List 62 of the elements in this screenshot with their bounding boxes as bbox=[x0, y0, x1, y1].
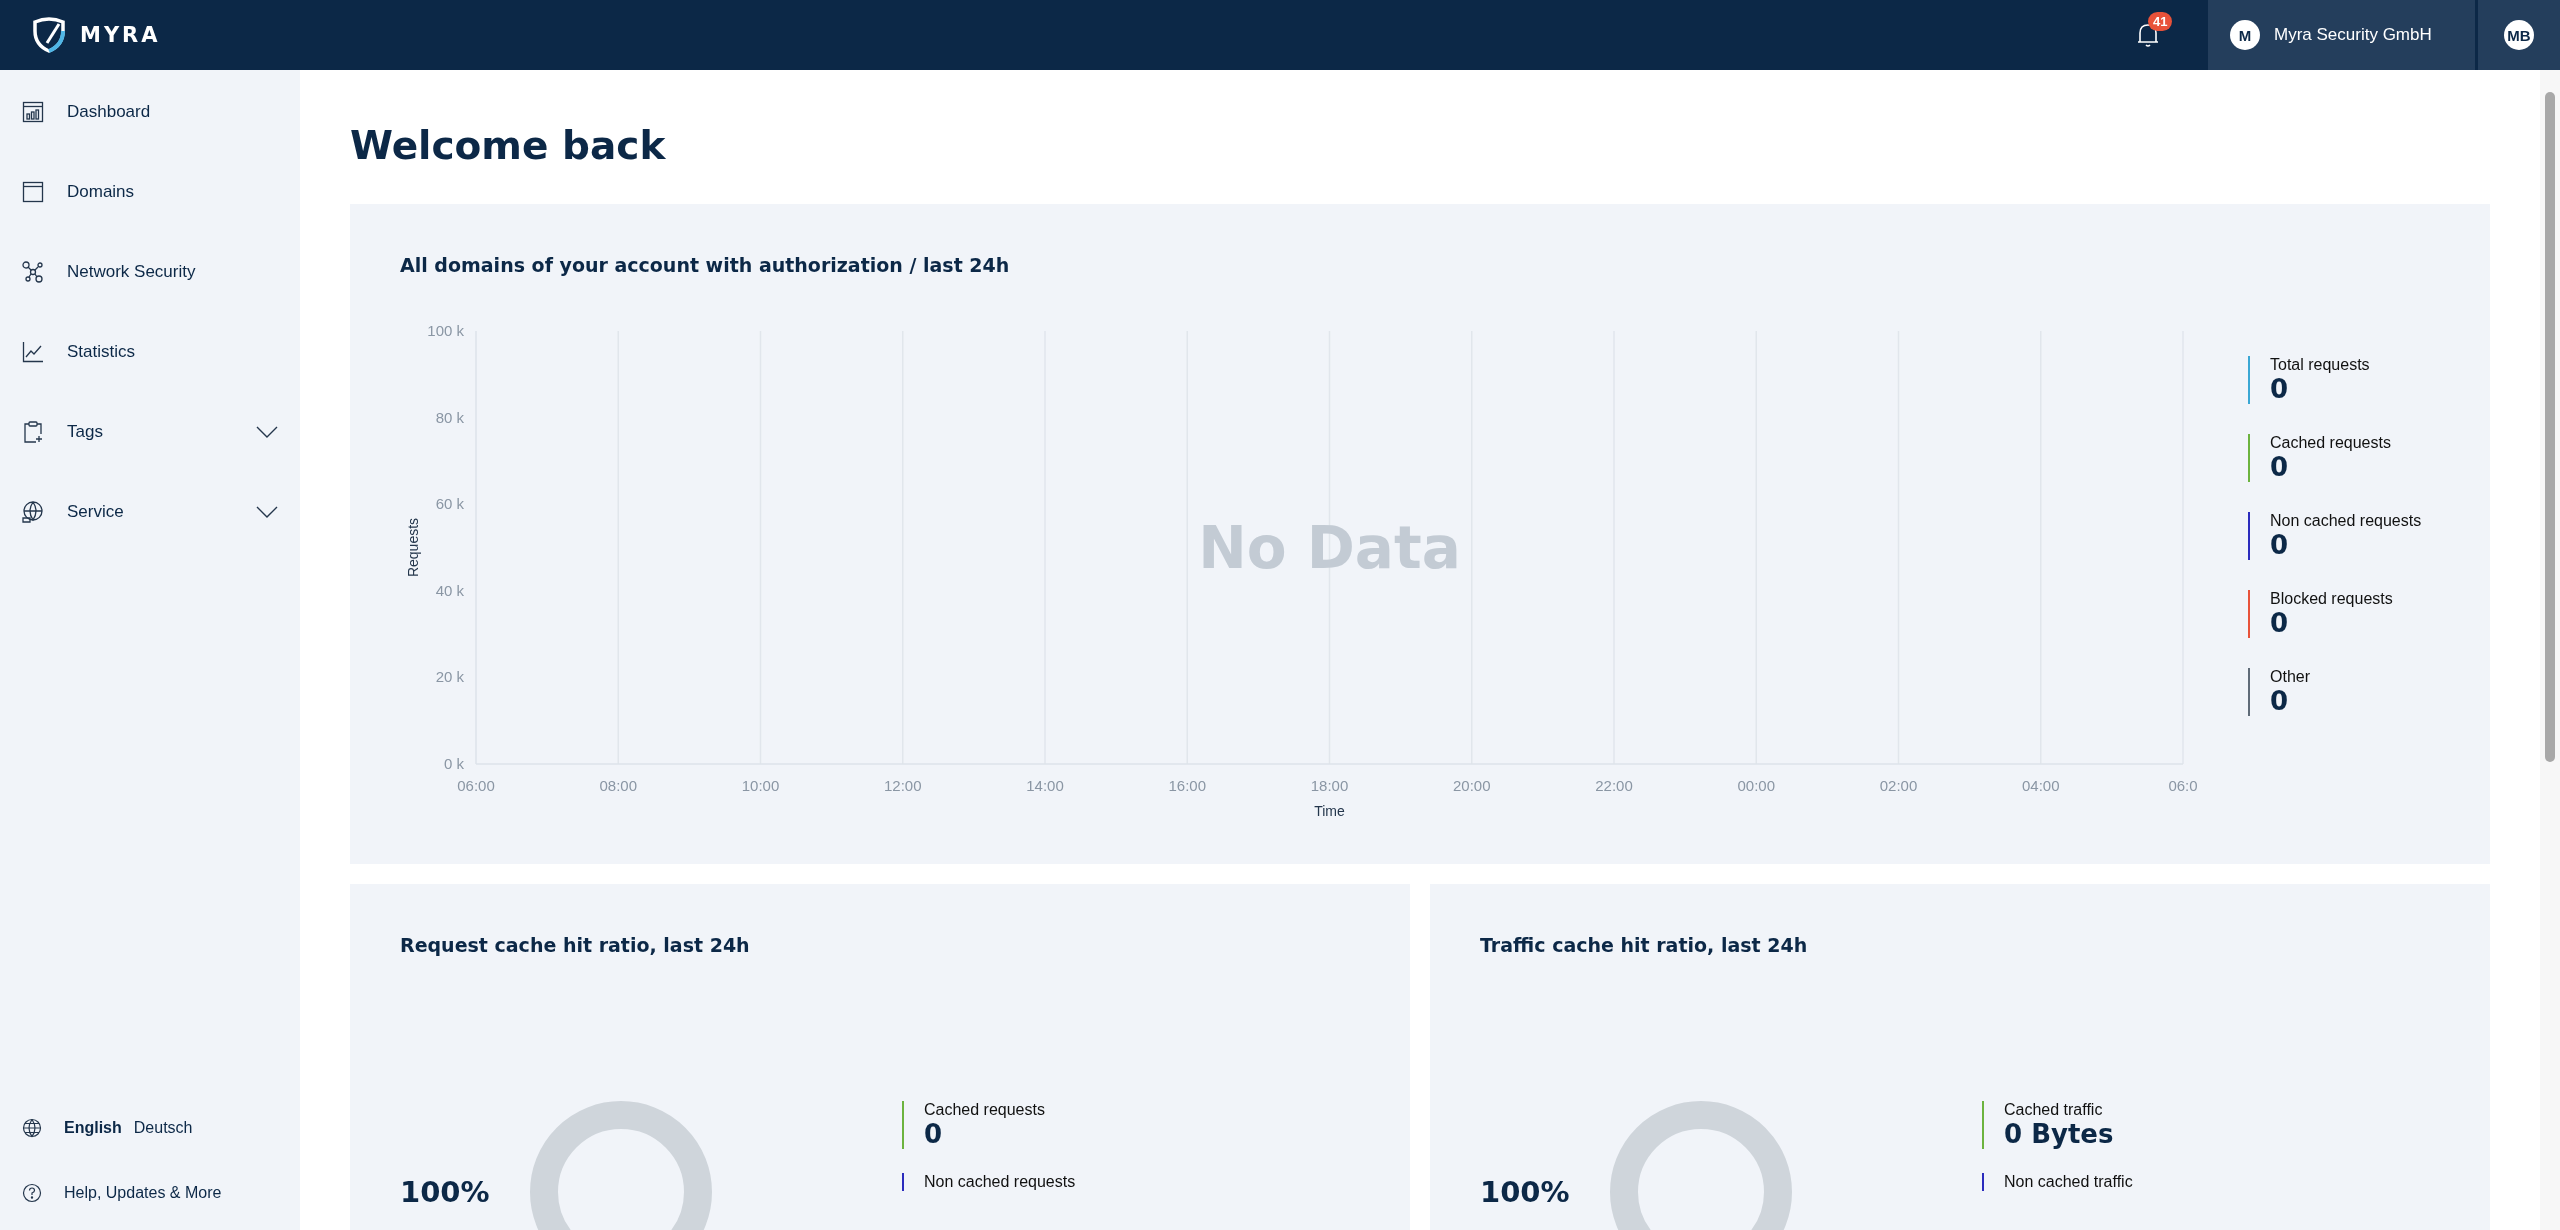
sidebar-item[interactable]: Network Security bbox=[0, 232, 300, 312]
card-title: Traffic cache hit ratio, last 24h bbox=[1480, 934, 1809, 956]
globe-icon bbox=[22, 1117, 42, 1138]
logo-wordmark: MYRA bbox=[80, 23, 161, 47]
x-tick-label: 14:00 bbox=[1026, 777, 1064, 794]
sidebar-item[interactable]: Tags bbox=[0, 392, 300, 472]
percentage-value: 100% bbox=[1480, 1175, 1571, 1209]
organization-avatar: M bbox=[2230, 20, 2260, 50]
organization-switcher[interactable]: M Myra Security GmbH bbox=[2208, 0, 2478, 70]
y-tick-label: 100 k bbox=[427, 322, 464, 339]
x-tick-label: 06:0 bbox=[2168, 777, 2198, 794]
x-tick-label: 02:00 bbox=[1879, 777, 1918, 794]
globe-hand-icon bbox=[22, 501, 44, 523]
scrollbar[interactable] bbox=[2540, 70, 2560, 1230]
line-chart-icon bbox=[22, 341, 44, 363]
x-tick-label: 00:00 bbox=[1737, 777, 1775, 794]
sidebar-item[interactable]: Statistics bbox=[0, 312, 300, 392]
legend-item: Non cached traffic bbox=[1982, 1173, 2264, 1191]
legend-item: Cached requests 0 bbox=[902, 1101, 1184, 1149]
sidebar-item[interactable]: Dashboard bbox=[0, 72, 300, 152]
x-tick-label: 08:00 bbox=[599, 777, 637, 794]
y-tick-label: 20 k bbox=[435, 668, 464, 686]
x-axis-label: Time bbox=[1314, 803, 1345, 819]
notifications-button[interactable]: 41 bbox=[2118, 0, 2178, 70]
sidebar-item[interactable]: Service bbox=[0, 472, 300, 552]
clipboard-plus-icon bbox=[22, 421, 44, 443]
y-axis-label: Requests bbox=[405, 517, 421, 578]
y-tick-label: 0 k bbox=[444, 755, 464, 772]
organization-name: Myra Security GmbH bbox=[2274, 25, 2432, 45]
y-tick-label: 40 k bbox=[435, 581, 464, 599]
y-tick-label: 80 k bbox=[435, 408, 464, 426]
x-tick-label: 22:00 bbox=[1595, 777, 1633, 794]
legend-item: Non cached requests bbox=[902, 1173, 1184, 1191]
sidebar-item[interactable]: Domains bbox=[0, 152, 300, 232]
user-avatar-button[interactable]: MB bbox=[2478, 0, 2560, 70]
x-tick-label: 04:00 bbox=[2022, 777, 2060, 794]
legend-item: Other 0 bbox=[2248, 668, 2440, 716]
legend-item: Cached requests 0 bbox=[2248, 434, 2440, 482]
legend-item: Non cached requests 0 bbox=[2248, 512, 2440, 560]
legend-item: Total requests 0 bbox=[2248, 356, 2440, 404]
x-tick-label: 20:00 bbox=[1453, 777, 1491, 794]
card-title: Request cache hit ratio, last 24h bbox=[400, 934, 751, 956]
x-tick-label: 16:00 bbox=[1168, 777, 1206, 794]
x-tick-label: 12:00 bbox=[884, 777, 922, 794]
y-tick-label: 60 k bbox=[435, 495, 464, 513]
page-title: Welcome back bbox=[350, 123, 667, 168]
language-option[interactable]: English bbox=[64, 1118, 122, 1137]
x-tick-label: 10:00 bbox=[741, 777, 780, 794]
card-title: All domains of your account with authorization / last 24h bbox=[400, 254, 1011, 276]
dashboard-icon bbox=[22, 101, 44, 123]
legend-item: Blocked requests 0 bbox=[2248, 590, 2440, 638]
shield-logo-icon bbox=[32, 17, 66, 53]
x-tick-label: 18:00 bbox=[1310, 777, 1349, 794]
browser-window-icon bbox=[22, 181, 44, 203]
notification-count-badge: 41 bbox=[2148, 12, 2173, 31]
legend-item: Cached traffic 0 Bytes bbox=[1982, 1101, 2264, 1149]
percentage-value: 100% bbox=[400, 1175, 491, 1209]
help-link[interactable]: Help, Updates & More bbox=[0, 1160, 300, 1225]
network-nodes-icon bbox=[22, 261, 44, 283]
language-option[interactable]: Deutsch bbox=[133, 1118, 193, 1137]
question-circle-icon bbox=[22, 1182, 42, 1203]
x-tick-label: 06:00 bbox=[457, 777, 495, 794]
